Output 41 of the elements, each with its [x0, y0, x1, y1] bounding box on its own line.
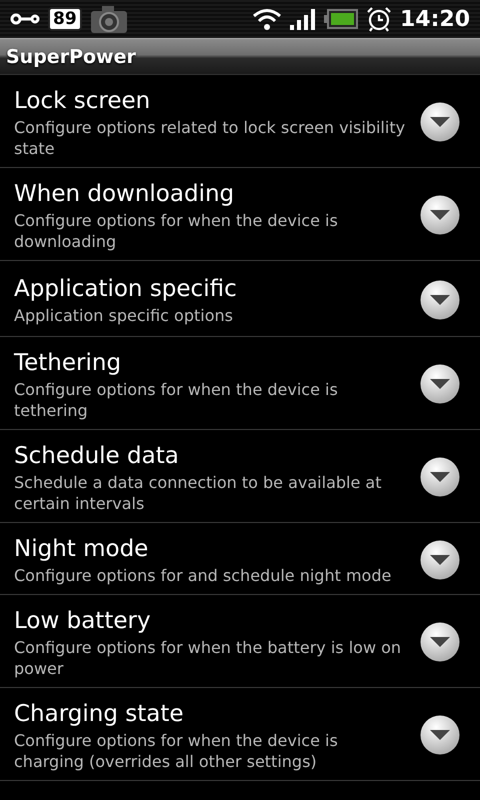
- item-summary: Configure options for when the device is downloading: [14, 210, 339, 252]
- wifi-icon: [252, 7, 282, 31]
- item-title: Night mode: [14, 535, 150, 564]
- item-title: Tethering: [14, 349, 122, 378]
- item-title: Low battery: [14, 607, 152, 636]
- item-summary: Configure options related to lock screen visibility state: [14, 117, 406, 159]
- camera-icon: [90, 4, 128, 34]
- item-summary: Configure options for when the battery is low on power: [14, 637, 402, 679]
- preference-item[interactable]: Charging state Configure options for when the device is charging (overrides all other settings): [0, 688, 480, 781]
- item-summary: Application specific options: [14, 305, 234, 326]
- preference-item[interactable]: Schedule data Schedule a data connection to be available at certain intervals: [0, 430, 480, 523]
- item-title: Schedule data: [14, 442, 180, 471]
- usb-icon: [10, 12, 40, 26]
- expand-button[interactable]: [420, 280, 460, 320]
- notification-count-badge: 89: [48, 7, 82, 31]
- status-time: 14:20: [400, 6, 470, 32]
- expand-button[interactable]: [420, 622, 460, 662]
- expand-button[interactable]: [420, 715, 460, 755]
- expand-button[interactable]: [420, 102, 460, 142]
- item-title: Lock screen: [14, 87, 152, 116]
- preference-item[interactable]: Night mode Configure options for and schedule night mode: [0, 523, 480, 595]
- expand-button[interactable]: [420, 540, 460, 580]
- item-summary: Configure options for when the device is tethering: [14, 379, 339, 421]
- expand-button[interactable]: [420, 195, 460, 235]
- expand-button[interactable]: [420, 364, 460, 404]
- app-title: SuperPower: [6, 46, 136, 68]
- expand-button[interactable]: [420, 457, 460, 497]
- preference-item[interactable]: Lock screen Configure options related to lock screen visibility state: [0, 75, 480, 168]
- preference-item[interactable]: Low battery Configure options for when the battery is low on power: [0, 595, 480, 688]
- battery-icon: [324, 9, 358, 29]
- item-title: When downloading: [14, 180, 236, 209]
- item-title: Charging state: [14, 700, 185, 729]
- item-summary: Schedule a data connection to be available at certain intervals: [14, 472, 382, 514]
- alarm-icon: [366, 6, 392, 32]
- preference-item[interactable]: When downloading Configure options for when the device is downloading: [0, 168, 480, 261]
- signal-icon: [290, 8, 316, 30]
- item-summary: Configure options for when the device is charging (overrides all other settings): [14, 730, 339, 772]
- item-title: Application specific: [14, 275, 238, 304]
- preference-item[interactable]: Tethering Configure options for when the device is tethering: [0, 337, 480, 430]
- preference-item[interactable]: Application specific Application specific options: [0, 261, 480, 337]
- item-summary: Configure options for and schedule night mode: [14, 565, 392, 586]
